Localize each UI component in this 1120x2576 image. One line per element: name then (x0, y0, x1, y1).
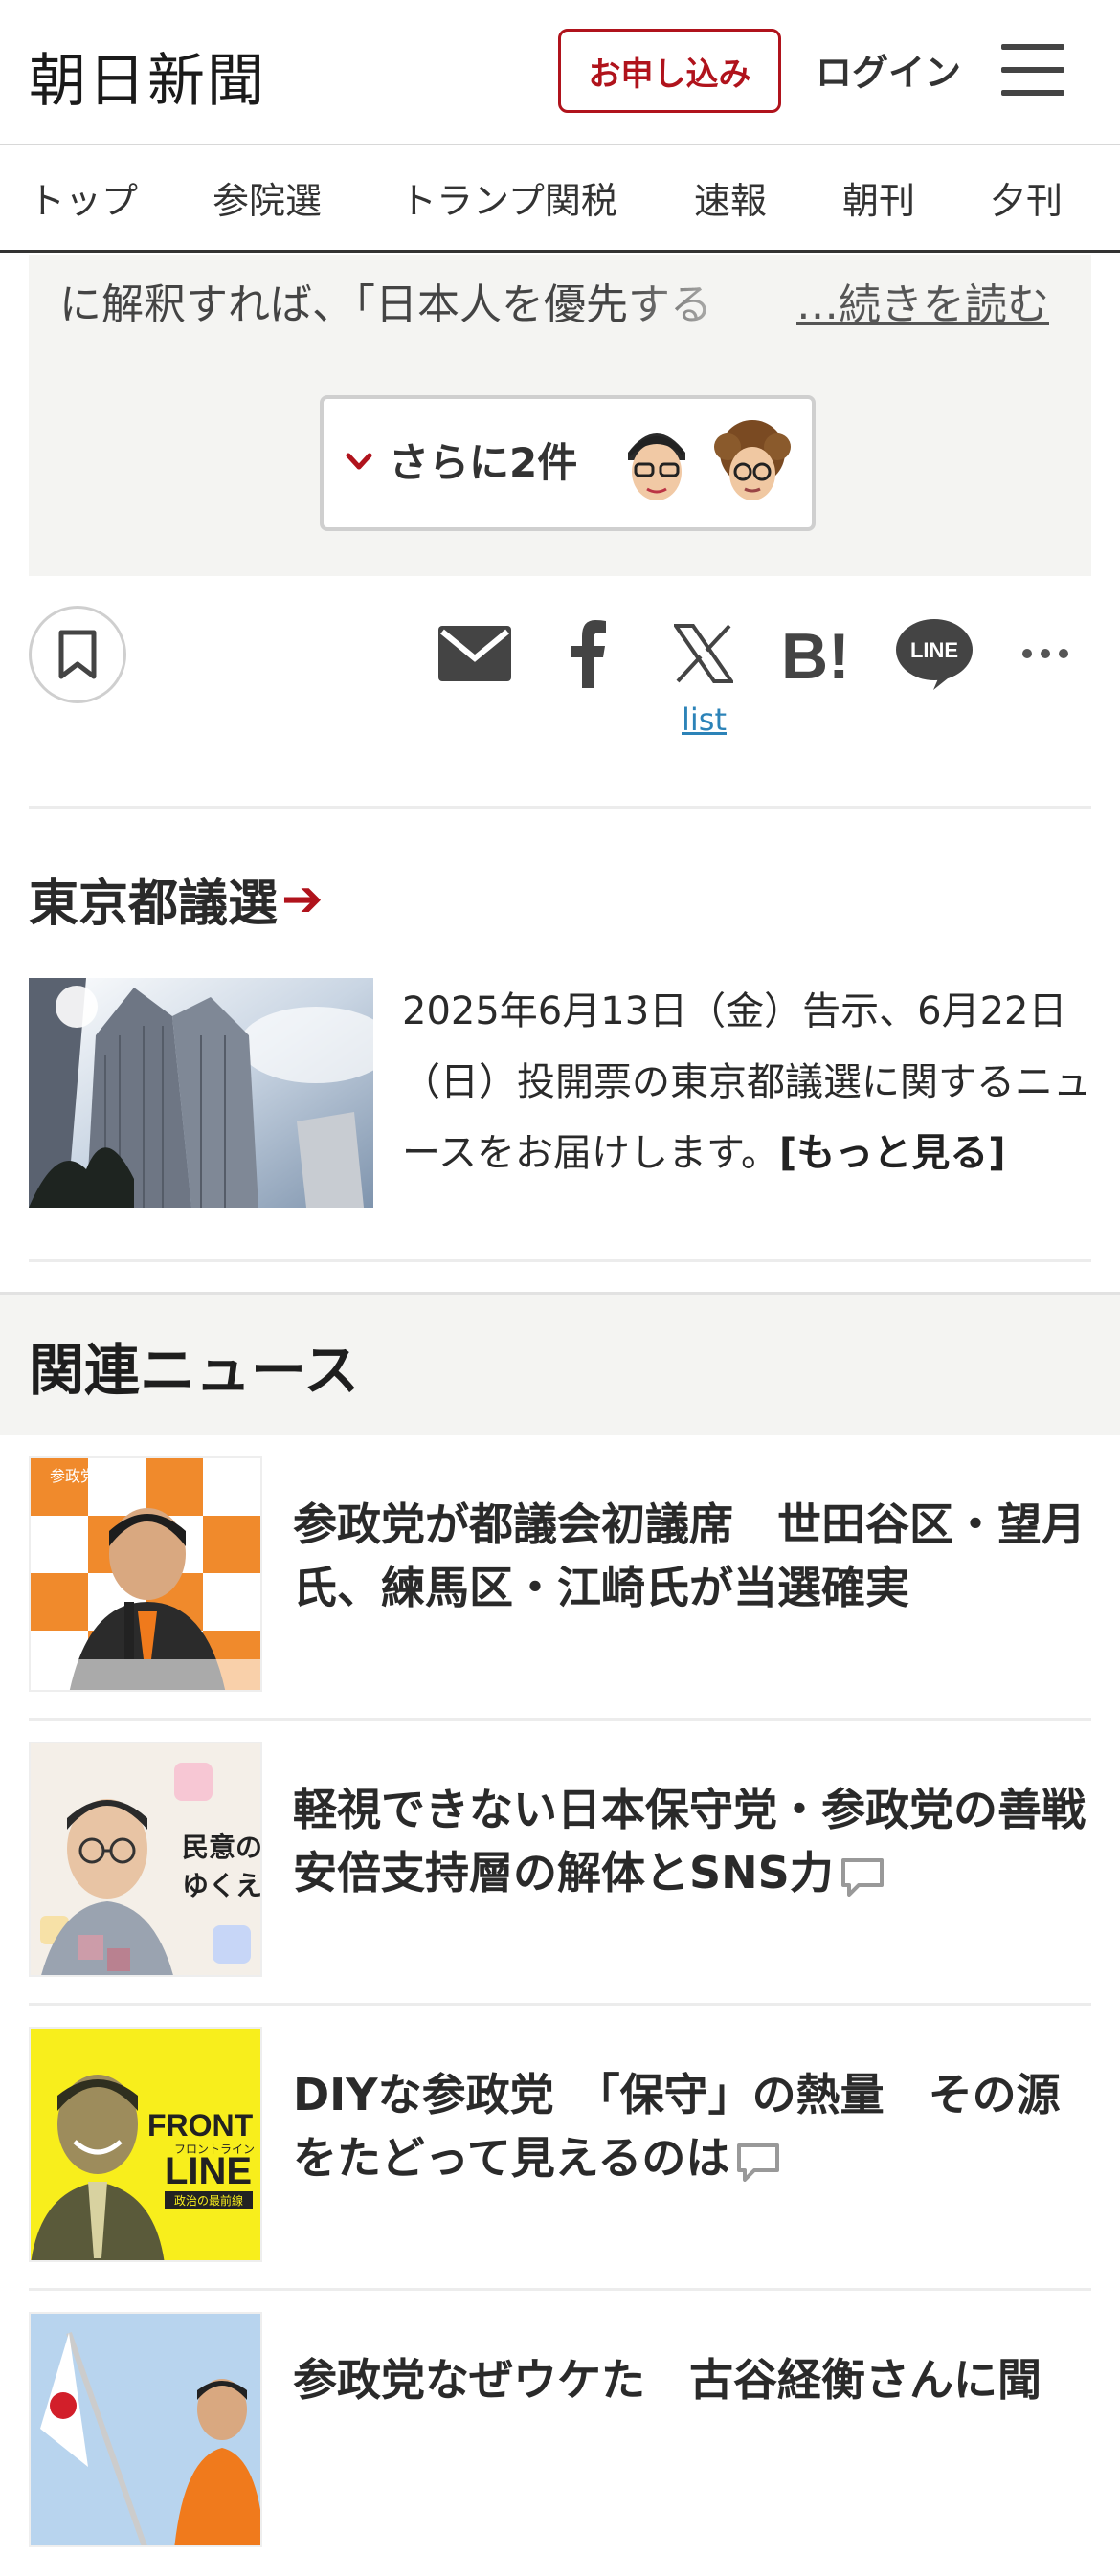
list-link[interactable]: list (682, 701, 727, 738)
comment-excerpt: に解釈すれば、「日本人を優先する (59, 280, 712, 329)
section-title: 東京都議選 (29, 876, 279, 933)
nav-item-trump-tariffs[interactable]: トランプ関税 (400, 145, 617, 249)
hatena-bookmark-icon[interactable]: B! (780, 612, 857, 695)
news-title[interactable]: 参政党が都議会初議席 世田谷区・望月氏、練馬区・江崎氏が当選確実 (293, 1493, 1087, 1619)
news-title-text: 軽視できない日本保守党・参政党の善戦 安倍支持層の解体とSNS力 (293, 1784, 1120, 1899)
thumb-caption: ゆくえ (182, 1870, 262, 1901)
list-item[interactable]: 参政党なぜウケた 古谷経衡さんに聞 (29, 2291, 1091, 2576)
party-banner-text: 参政党 (217, 1467, 262, 1485)
read-more-link[interactable]: …続きを読む (796, 267, 1049, 344)
thumb-caption: LINE (165, 2150, 252, 2192)
related-news-header: 関連ニュース (0, 1292, 1120, 1435)
divider (29, 1259, 1091, 1262)
news-title-text: DIYな参政党 「保守」の熱量 その源をたどって見えるのは (293, 2069, 1061, 2184)
thumb-caption: FRONT (147, 2108, 254, 2143)
hamburger-menu-icon[interactable] (1001, 44, 1064, 96)
bookmark-button[interactable] (29, 606, 126, 703)
nav-item-breaking[interactable]: 速報 (694, 145, 767, 249)
tokyo-election-description: 2025年6月13日（金）告示、6月22日（日）投開票の東京都議選に関するニュー… (402, 976, 1096, 1188)
news-title[interactable]: 軽視できない日本保守党・参政党の善戦 安倍支持層の解体とSNS力 (293, 1778, 1120, 1904)
site-logo[interactable]: 朝日新聞 (29, 34, 266, 118)
news-thumbnail: 参政党 参政党 (29, 1456, 262, 1692)
commenter-avatar (611, 418, 703, 510)
comment-preview-box: に解釈すれば、「日本人を優先する …続きを読む さらに2件 (29, 255, 1091, 576)
comment-icon (840, 1857, 884, 1897)
arrow-right-icon: ➔ (281, 870, 324, 928)
more-icon[interactable] (1017, 612, 1074, 695)
category-nav: トップ 参院選 トランプ関税 速報 朝刊 夕刊 (0, 145, 1120, 253)
news-thumbnail: FRONT フロントライン LINE 政治の最前線 (29, 2027, 262, 2262)
tokyo-election-heading[interactable]: 東京都議選 ➔ (29, 863, 324, 935)
nav-item-evening-edition[interactable]: 夕刊 (990, 145, 1063, 249)
see-more-link[interactable]: [もっと見る] (779, 1131, 1006, 1175)
party-banner-text: 参政党 (50, 1467, 96, 1485)
thumb-caption: 政治の最前線 (174, 2193, 243, 2208)
more-comments-button[interactable]: さらに2件 (320, 395, 816, 531)
svg-text:LINE: LINE (910, 638, 958, 662)
related-news-title: 関連ニュース (29, 1338, 360, 1403)
list-item[interactable]: 民意の ゆくえ 軽視できない日本保守党・参政党の善戦 安倍支持層の解体とSNS力 (29, 1721, 1120, 2006)
news-title[interactable]: DIYな参政党 「保守」の熱量 その源をたどって見えるのは (293, 2063, 1087, 2189)
news-title[interactable]: 参政党なぜウケた 古谷経衡さんに聞 (293, 2348, 1087, 2411)
subscribe-button[interactable]: お申し込み (558, 29, 781, 113)
divider (29, 806, 1091, 809)
header: 朝日新聞 お申し込み ログイン (0, 0, 1120, 145)
list-item[interactable]: FRONT フロントライン LINE 政治の最前線 DIYな参政党 「保守」の熱… (29, 2006, 1091, 2291)
list-item[interactable]: 参政党 参政党 参政党が都議会初議席 世田谷区・望月氏、練馬区・江崎氏が当選確実 (29, 1435, 1091, 1721)
nav-item-top[interactable]: トップ (29, 145, 138, 249)
x-icon[interactable] (670, 612, 737, 695)
mail-icon[interactable] (437, 612, 513, 695)
commenter-avatar (706, 418, 798, 510)
login-button[interactable]: ログイン (816, 40, 961, 98)
thumb-caption: 民意の (182, 1832, 262, 1863)
news-thumbnail (29, 2312, 262, 2547)
svg-text:B!: B! (781, 623, 850, 684)
chevron-down-icon (346, 453, 372, 470)
bookmark-icon (58, 630, 97, 679)
nav-item-morning-edition[interactable]: 朝刊 (842, 145, 915, 249)
nav-item-upper-house-election[interactable]: 参院選 (213, 145, 322, 249)
line-icon[interactable]: LINE (894, 612, 974, 695)
facebook-icon[interactable] (559, 612, 616, 695)
more-comments-label: さらに2件 (389, 439, 578, 486)
news-thumbnail: 民意の ゆくえ (29, 1742, 262, 1977)
comment-icon (737, 2143, 780, 2182)
tokyo-government-building-image[interactable] (29, 978, 373, 1208)
